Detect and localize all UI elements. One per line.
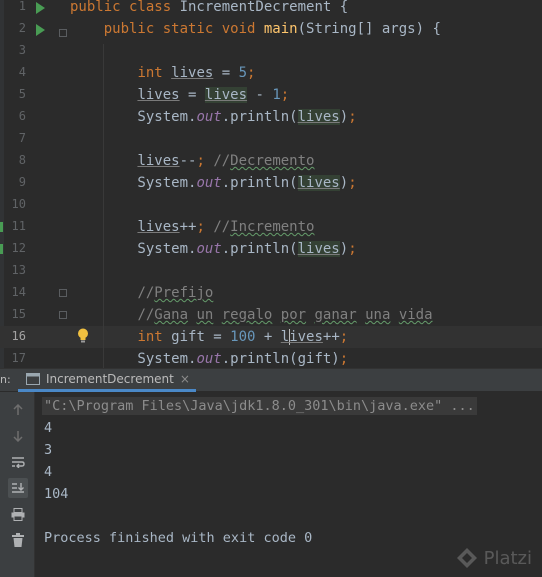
run-class-icon[interactable] — [36, 2, 45, 14]
console-command: "C:\Program Files\Java\jdk1.8.0_301\bin\… — [42, 397, 477, 415]
line-code: int lives = 5; — [137, 65, 256, 81]
console-output-line: 4 — [44, 464, 53, 480]
run-toolbar — [0, 392, 35, 577]
scroll-to-end-icon[interactable] — [8, 478, 28, 498]
lightbulb-icon[interactable] — [77, 328, 89, 343]
code-line[interactable]: 4 int lives = 5; — [0, 62, 542, 84]
run-tabbar: n: IncrementDecrement × — [0, 368, 542, 392]
line-number: 9 — [18, 175, 26, 189]
line-number: 10 — [11, 197, 26, 211]
line-number: 11 — [11, 219, 26, 233]
code-line[interactable]: 3 — [0, 40, 542, 62]
code-line[interactable]: 15 //Gana un regalo por ganar una vida — [0, 304, 542, 326]
console-icon — [26, 373, 40, 385]
console-output-line: 104 — [44, 486, 69, 502]
line-code: System.out.println(lives); — [70, 241, 357, 257]
platzi-logo-icon — [456, 548, 477, 568]
console-output-line: 4 — [44, 420, 53, 436]
platzi-watermark: Platzi — [456, 547, 532, 569]
line-number: 1 — [18, 0, 26, 13]
code-line[interactable]: 1 public class IncrementDecrement { — [0, 0, 542, 18]
line-code: public static void main(String[] args) { — [103, 21, 441, 37]
console-exit-message: Process finished with exit code 0 — [44, 530, 313, 546]
line-code: public class IncrementDecrement { — [70, 0, 349, 15]
print-icon[interactable] — [8, 504, 28, 524]
code-line[interactable]: 14 //Prefijo — [0, 282, 542, 304]
line-code: //Prefijo — [137, 285, 214, 301]
fold-marker-icon[interactable] — [59, 29, 67, 37]
line-code: System.out.println(gift); — [70, 351, 349, 367]
console-command-line: "C:\Program Files\Java\jdk1.8.0_301\bin\… — [42, 397, 477, 415]
fold-marker-icon[interactable] — [59, 311, 67, 319]
line-number: 12 — [11, 241, 26, 255]
code-line[interactable]: 2 public static void main(String[] args)… — [0, 18, 542, 40]
watermark-text: Platzi — [483, 547, 532, 569]
line-number: 16 — [11, 329, 26, 343]
line-number: 7 — [18, 131, 26, 145]
tab-title: IncrementDecrement — [46, 372, 174, 386]
run-window-label: n: — [0, 373, 11, 386]
line-number: 15 — [11, 307, 26, 321]
code-line[interactable]: 11 lives++; //Incremento — [0, 216, 542, 238]
indent-guide — [103, 44, 104, 368]
line-code: lives++; //Incremento — [137, 219, 315, 235]
code-line[interactable]: 13 — [0, 260, 542, 282]
code-line[interactable]: 17 System.out.println(gift); — [0, 348, 542, 368]
line-number: 13 — [11, 263, 26, 277]
line-number: 4 — [18, 65, 26, 79]
line-code: lives--; //Decremento — [137, 153, 315, 169]
code-line[interactable]: 5 lives = lives - 1; — [0, 84, 542, 106]
fold-marker-icon[interactable] — [59, 289, 67, 297]
code-line[interactable]: 7 — [0, 128, 542, 150]
code-line[interactable]: 12 System.out.println(lives); — [0, 238, 542, 260]
arrow-up-icon[interactable] — [8, 400, 28, 420]
soft-wrap-icon[interactable] — [8, 452, 28, 472]
console-output-line: 3 — [44, 442, 53, 458]
line-number: 2 — [18, 21, 26, 35]
code-line[interactable]: 8 lives--; //Decremento — [0, 150, 542, 172]
line-number: 14 — [11, 285, 26, 299]
code-line[interactable]: 10 — [0, 194, 542, 216]
line-code: int gift = 100 + lives++; — [137, 329, 349, 345]
trash-icon[interactable] — [8, 530, 28, 550]
line-number: 8 — [18, 153, 26, 167]
line-code: //Gana un regalo por ganar una vida — [137, 307, 433, 323]
line-number: 3 — [18, 43, 26, 57]
tab-increment-decrement[interactable]: IncrementDecrement × — [18, 369, 196, 392]
close-icon[interactable]: × — [180, 372, 190, 386]
line-number: 6 — [18, 109, 26, 123]
line-number: 17 — [11, 351, 26, 365]
code-line[interactable]: 9 System.out.println(lives); — [0, 172, 542, 194]
code-editor[interactable]: 1 public class IncrementDecrement { 2 publ… — [0, 0, 542, 368]
code-line[interactable]: 6 System.out.println(lives); — [0, 106, 542, 128]
run-main-icon[interactable] — [36, 24, 45, 36]
line-number: 5 — [18, 87, 26, 101]
line-code: System.out.println(lives); — [70, 109, 357, 125]
line-code: System.out.println(lives); — [70, 175, 357, 191]
arrow-down-icon[interactable] — [8, 426, 28, 446]
